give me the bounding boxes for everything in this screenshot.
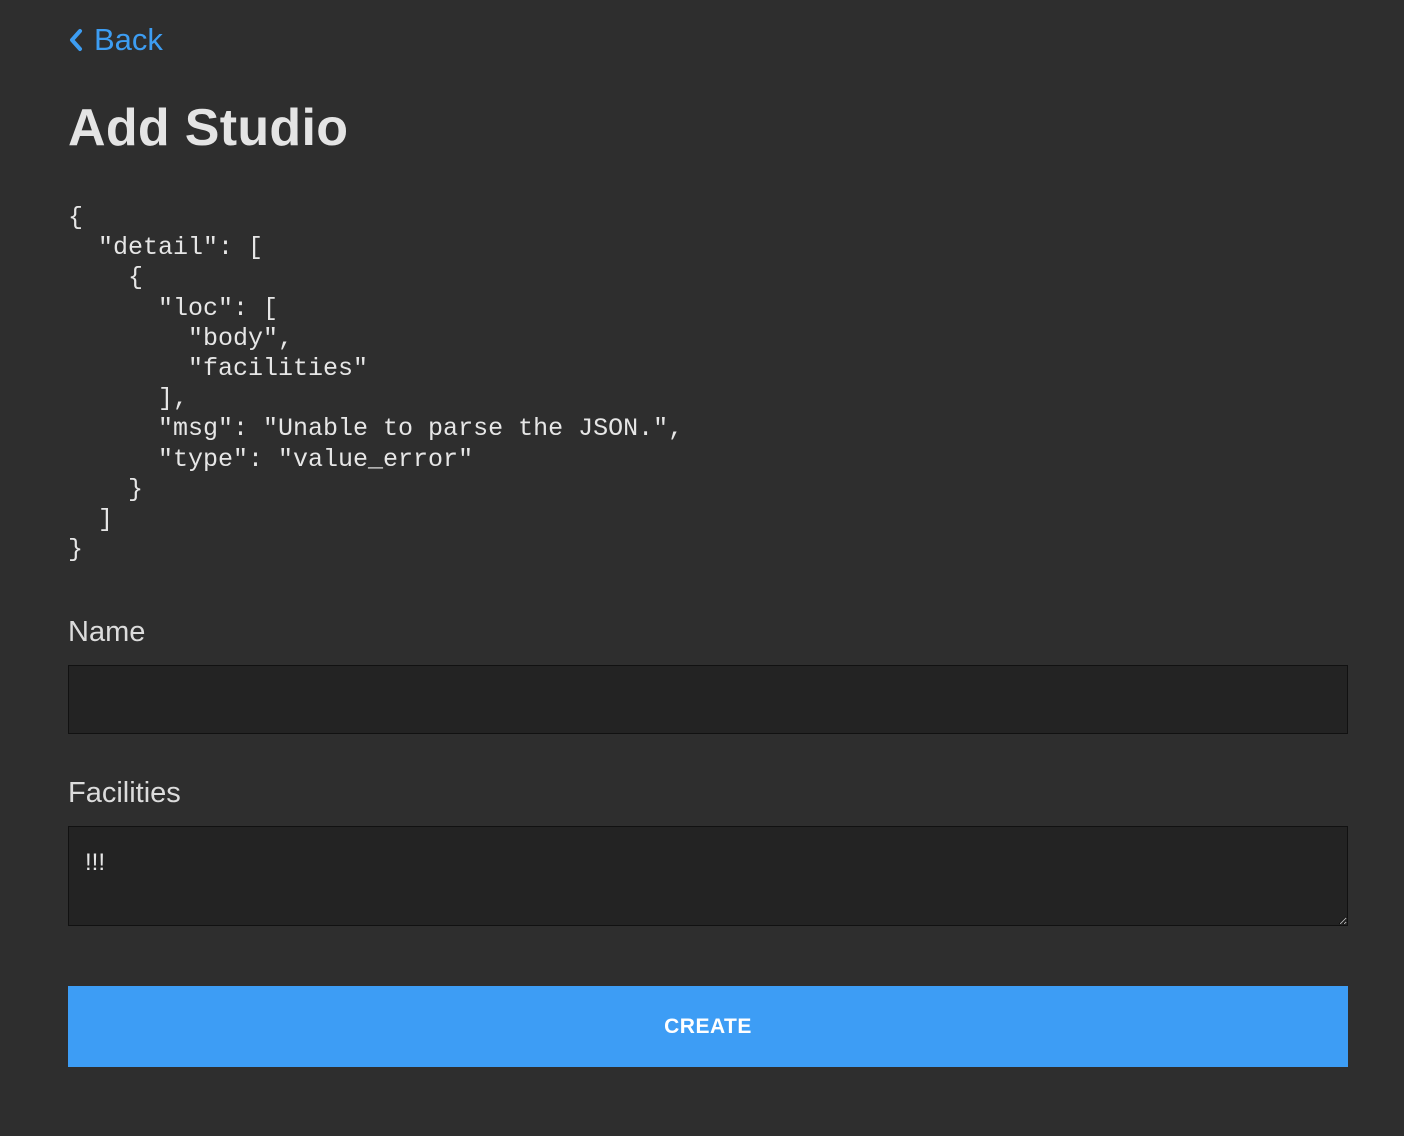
back-link[interactable]: Back xyxy=(68,22,163,58)
facilities-textarea[interactable]: !!! xyxy=(68,826,1348,926)
facilities-label: Facilities xyxy=(68,777,181,809)
error-response-json: { "detail": [ { "loc": [ "body", "facili… xyxy=(68,203,684,565)
name-input[interactable] xyxy=(68,665,1348,734)
page-title: Add Studio xyxy=(68,99,349,157)
create-button[interactable]: CREATE xyxy=(68,986,1348,1067)
name-label: Name xyxy=(68,616,146,648)
chevron-left-icon xyxy=(70,29,82,51)
back-label: Back xyxy=(94,22,163,57)
